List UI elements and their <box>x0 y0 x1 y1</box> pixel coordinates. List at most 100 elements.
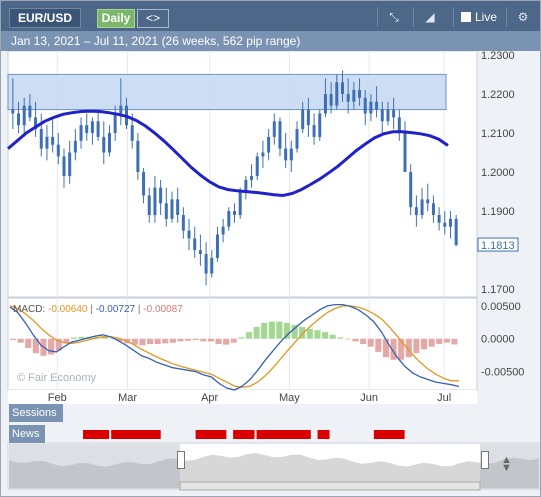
macd-legend-value: -0.00640 <box>48 304 88 315</box>
macd-histogram-bar <box>17 338 24 343</box>
candle-body <box>147 195 151 215</box>
candle-body <box>284 148 288 161</box>
candle-body <box>346 93 350 102</box>
candle-body <box>28 105 32 118</box>
candle-body <box>250 175 254 180</box>
date-range-text: Jan 13, 2021 – Jul 11, 2021 (26 weeks, 5… <box>1 31 540 51</box>
candle-body <box>272 121 276 137</box>
y-tick-label: 1.1900 <box>481 206 515 218</box>
timeframe-button[interactable]: Daily <box>97 9 135 28</box>
draw-line-icon[interactable]: ⤡ <box>377 7 410 27</box>
candle-body <box>11 109 15 114</box>
macd-histogram-bar <box>139 338 146 346</box>
candle-body <box>193 238 197 251</box>
watermark: © Fair Economy <box>17 372 97 384</box>
macd-histogram-bar <box>451 338 458 345</box>
macd-legend-value: | <box>135 304 143 315</box>
macd-histogram-bar <box>436 338 443 344</box>
toolbar: EUR/USD Daily <> ⤡ ◢ Live ⚙ <box>1 1 540 31</box>
chart-window: EUR/USD Daily <> ⤡ ◢ Live ⚙ Jan 13, 2021… <box>0 0 541 497</box>
macd-histogram-bar <box>276 321 283 339</box>
candle-body <box>448 218 452 227</box>
x-tick-label: May <box>279 392 300 404</box>
macd-histogram-bar <box>230 338 237 343</box>
candle-body <box>409 172 413 208</box>
candle-body <box>335 82 339 106</box>
macd-histogram-bar <box>10 338 17 341</box>
x-axis-band <box>8 390 477 404</box>
resize-icon[interactable]: ▲ ▼ <box>501 455 512 474</box>
candle-body <box>312 125 316 137</box>
candle-body <box>238 191 242 215</box>
macd-histogram-bar <box>360 338 367 344</box>
macd-histogram-bar <box>70 337 77 339</box>
macd-histogram-bar <box>25 338 32 348</box>
candle-body <box>45 136 49 149</box>
macd-histogram-bar <box>428 338 435 347</box>
checkbox-icon[interactable] <box>461 12 471 22</box>
range-handle-left[interactable] <box>177 451 185 469</box>
candle-body <box>164 203 168 219</box>
macd-legend-value: -0.00727 <box>96 304 136 315</box>
candle-body <box>306 109 310 126</box>
gear-icon[interactable]: ⚙ <box>506 7 539 27</box>
macd-legend-value: MACD: <box>13 304 48 315</box>
news-marker <box>317 430 330 439</box>
candle-body <box>255 156 259 176</box>
candle-body <box>176 199 180 215</box>
sessions-label: Sessions <box>9 404 63 422</box>
candle-body <box>340 82 344 94</box>
macd-legend: MACD: -0.00640 | -0.00727 | -0.00087 <box>13 304 183 315</box>
macd-y-tick-label: -0.00500 <box>481 367 524 379</box>
x-tick-label: Apr <box>201 392 218 404</box>
macd-histogram-bar <box>177 338 184 342</box>
candle-body <box>414 207 418 215</box>
x-tick-label: Jun <box>360 392 378 404</box>
candle-body <box>159 187 163 204</box>
candle-body <box>261 152 265 157</box>
candle-body <box>369 101 373 114</box>
news-marker <box>242 430 255 439</box>
x-tick-label: Feb <box>48 392 67 404</box>
candle-body <box>454 218 458 246</box>
navigate-icon[interactable]: <> <box>137 9 169 28</box>
macd-histogram-bar <box>352 338 359 342</box>
candle-body <box>295 129 299 149</box>
y-tick-label: 1.1700 <box>481 284 515 296</box>
macd-histogram-bar <box>185 338 192 341</box>
candle-body <box>198 250 202 255</box>
candle-body <box>170 199 174 219</box>
candle-body <box>119 105 123 114</box>
candle-body <box>136 140 140 173</box>
candle-body <box>187 230 191 239</box>
macd-histogram-bar <box>337 337 344 339</box>
navigator-mask-left <box>9 444 180 488</box>
macd-histogram-bar <box>223 338 230 345</box>
chart-type-icon[interactable]: ◢ <box>413 7 446 27</box>
candle-body <box>278 121 282 149</box>
navigator-scrollbar <box>179 481 481 491</box>
candle-body <box>113 113 117 133</box>
macd-histogram-bar <box>245 332 253 339</box>
candle-body <box>329 93 333 106</box>
macd-histogram-bar <box>283 322 291 339</box>
range-handle-right[interactable] <box>481 451 489 469</box>
x-tick-label: Jul <box>437 392 451 404</box>
candle-body <box>85 125 89 133</box>
macd-histogram-bar <box>306 328 313 339</box>
y-tick-label: 1.2000 <box>481 167 515 179</box>
macd-legend-value: -0.00087 <box>143 304 183 315</box>
macd-histogram-bar <box>238 337 245 339</box>
candle-body <box>221 226 225 235</box>
candle-body <box>244 179 248 192</box>
macd-histogram-bar <box>146 338 154 344</box>
x-tick-label: Mar <box>118 392 137 404</box>
news-marker <box>298 430 311 439</box>
macd-histogram-bar <box>162 338 169 344</box>
macd-histogram-bar <box>382 338 390 358</box>
symbol-selector[interactable]: EUR/USD <box>9 8 82 28</box>
candle-body <box>102 136 106 153</box>
candle-body <box>107 133 111 153</box>
live-toggle[interactable]: Live <box>453 7 504 27</box>
last-price-label: 1.1813 <box>481 240 515 252</box>
